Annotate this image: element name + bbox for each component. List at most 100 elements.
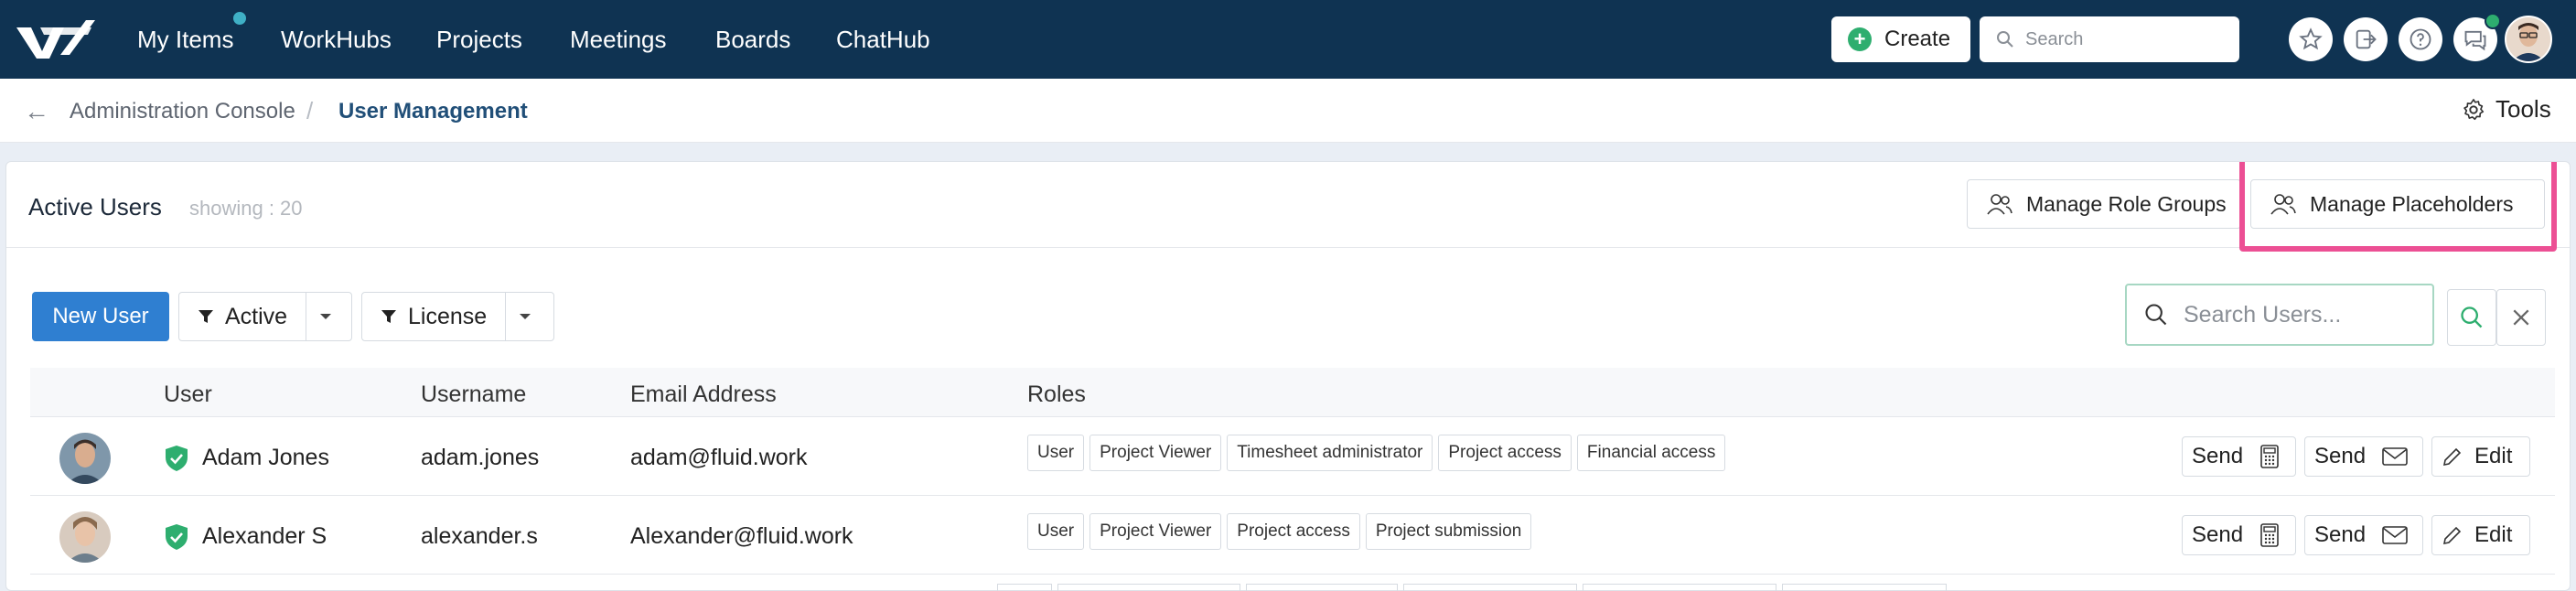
create-label: Create (1884, 27, 1951, 51)
caret-down-icon (320, 314, 332, 319)
edit-button[interactable]: Edit (2431, 515, 2530, 555)
help-button[interactable] (2399, 17, 2442, 61)
send-label: Send (2314, 444, 2367, 468)
pencil-icon (2442, 526, 2462, 545)
role-tag: User (1027, 513, 1085, 550)
nav-chathub[interactable]: ChatHub (836, 26, 930, 54)
nav-meetings[interactable]: Meetings (570, 26, 667, 54)
role-tag: Financial access (1576, 435, 1726, 471)
license-filter-label: License (408, 303, 488, 329)
calculator-icon (2260, 523, 2279, 547)
license-filter[interactable]: License (361, 292, 554, 341)
search-submit-button[interactable] (2447, 289, 2496, 346)
avatar (59, 433, 111, 484)
chat-icon (2464, 30, 2486, 51)
edit-button[interactable]: Edit (2431, 436, 2530, 477)
avatar-image (2506, 17, 2550, 61)
nav-workhubs[interactable]: WorkHubs (281, 26, 392, 54)
chat-online-dot (2485, 13, 2501, 29)
close-icon (2513, 309, 2529, 326)
new-user-button[interactable]: New User (32, 292, 169, 341)
column-header-roles[interactable]: Roles (1027, 381, 1086, 408)
envelope-icon (2382, 447, 2408, 466)
column-header-username[interactable]: Username (421, 381, 526, 408)
role-tag-partial (1403, 584, 1577, 591)
search-users-placeholder: Search Users... (2184, 301, 2342, 328)
username: alexander.s (421, 523, 538, 549)
role-tag: User (1027, 435, 1085, 471)
user-name[interactable]: Adam Jones (202, 445, 329, 471)
global-search-input[interactable]: Search (1980, 16, 2239, 62)
page-title: Active Users (28, 193, 162, 220)
fluid-logo[interactable] (13, 15, 95, 64)
column-header-user[interactable]: User (164, 381, 212, 408)
avatar-image (59, 433, 111, 484)
send-label: Send (2192, 444, 2244, 468)
edit-label: Edit (2474, 522, 2513, 547)
edit-label: Edit (2474, 444, 2513, 468)
clear-search-button[interactable] (2496, 289, 2546, 346)
column-header-email[interactable]: Email Address (630, 381, 777, 408)
send-email-button[interactable]: Send (2304, 436, 2423, 477)
user-name[interactable]: Alexander S (202, 523, 327, 550)
role-tag-partial (1246, 584, 1398, 591)
top-navigation-bar: My Items WorkHubs Projects Meetings Boar… (0, 0, 2576, 79)
manage-role-groups-button[interactable]: Manage Role Groups (1967, 179, 2241, 229)
calculator-icon (2260, 445, 2279, 468)
email-address: adam@fluid.work (630, 445, 808, 470)
send-label: Send (2192, 522, 2244, 547)
role-tag-partial (997, 584, 1052, 591)
license-filter-dropdown[interactable] (506, 293, 544, 340)
user-avatar[interactable] (2505, 16, 2552, 63)
envelope-icon (2382, 526, 2408, 544)
tools-label: Tools (2496, 95, 2551, 123)
nav-projects[interactable]: Projects (436, 26, 522, 54)
filter-icon (199, 310, 213, 323)
nav-my-items[interactable]: My Items (137, 26, 233, 54)
send-sms-button[interactable]: Send (2182, 436, 2296, 477)
users-icon (1987, 194, 2012, 215)
status-filter-button[interactable]: Active (179, 293, 307, 340)
breadcrumb-user-management: User Management (338, 99, 528, 124)
create-button[interactable]: + Create (1831, 16, 1970, 62)
filter-icon (381, 310, 396, 323)
favorites-button[interactable] (2289, 17, 2333, 61)
breadcrumb-administration-console[interactable]: Administration Console (70, 99, 295, 124)
table-row[interactable]: Adam Jones adam.jones adam@fluid.work Us… (30, 417, 2555, 496)
status-filter-dropdown[interactable] (306, 293, 345, 340)
send-sms-button[interactable]: Send (2182, 515, 2296, 555)
sign-out-button[interactable] (2344, 17, 2388, 61)
send-email-button[interactable]: Send (2304, 515, 2423, 555)
breadcrumb: ← Administration Console / User Manageme… (0, 79, 2576, 143)
email-address: Alexander@fluid.work (630, 523, 853, 549)
search-users-input[interactable]: Search Users... (2125, 284, 2434, 346)
role-tag-partial (1782, 584, 1947, 591)
notification-badge (231, 10, 248, 27)
username: adam.jones (421, 445, 540, 470)
roles-list: User Project Viewer Timesheet administra… (1027, 435, 1726, 471)
verified-shield-icon (166, 524, 188, 550)
roles-list: User Project Viewer Project access Proje… (1027, 513, 1532, 550)
tools-button[interactable]: Tools (2461, 95, 2551, 124)
highlight-box (2239, 162, 2557, 252)
search-icon (2145, 304, 2167, 326)
card-header: Active Users showing : 20 Manage Role Gr… (6, 162, 2570, 252)
status-filter[interactable]: Active (178, 292, 352, 341)
back-arrow-icon[interactable]: ← (24, 97, 49, 126)
search-icon (1997, 31, 2013, 48)
role-tag: Project Viewer (1089, 435, 1222, 471)
caret-down-icon (520, 314, 531, 319)
avatar (59, 511, 111, 563)
nav-boards[interactable]: Boards (715, 26, 790, 54)
search-icon (2461, 306, 2483, 328)
table-header: User Username Email Address Roles (30, 368, 2555, 417)
table-row[interactable]: Alexander S alexander.s Alexander@fluid.… (30, 496, 2555, 575)
avatar-image (59, 511, 111, 563)
breadcrumb-separator: / (306, 97, 314, 124)
pencil-icon (2442, 447, 2462, 467)
license-filter-button[interactable]: License (362, 293, 507, 340)
active-users-card: Active Users showing : 20 Manage Role Gr… (5, 161, 2571, 591)
role-tag: Timesheet administrator (1227, 435, 1433, 471)
global-search-placeholder: Search (2025, 28, 2084, 49)
status-filter-label: Active (225, 303, 288, 329)
